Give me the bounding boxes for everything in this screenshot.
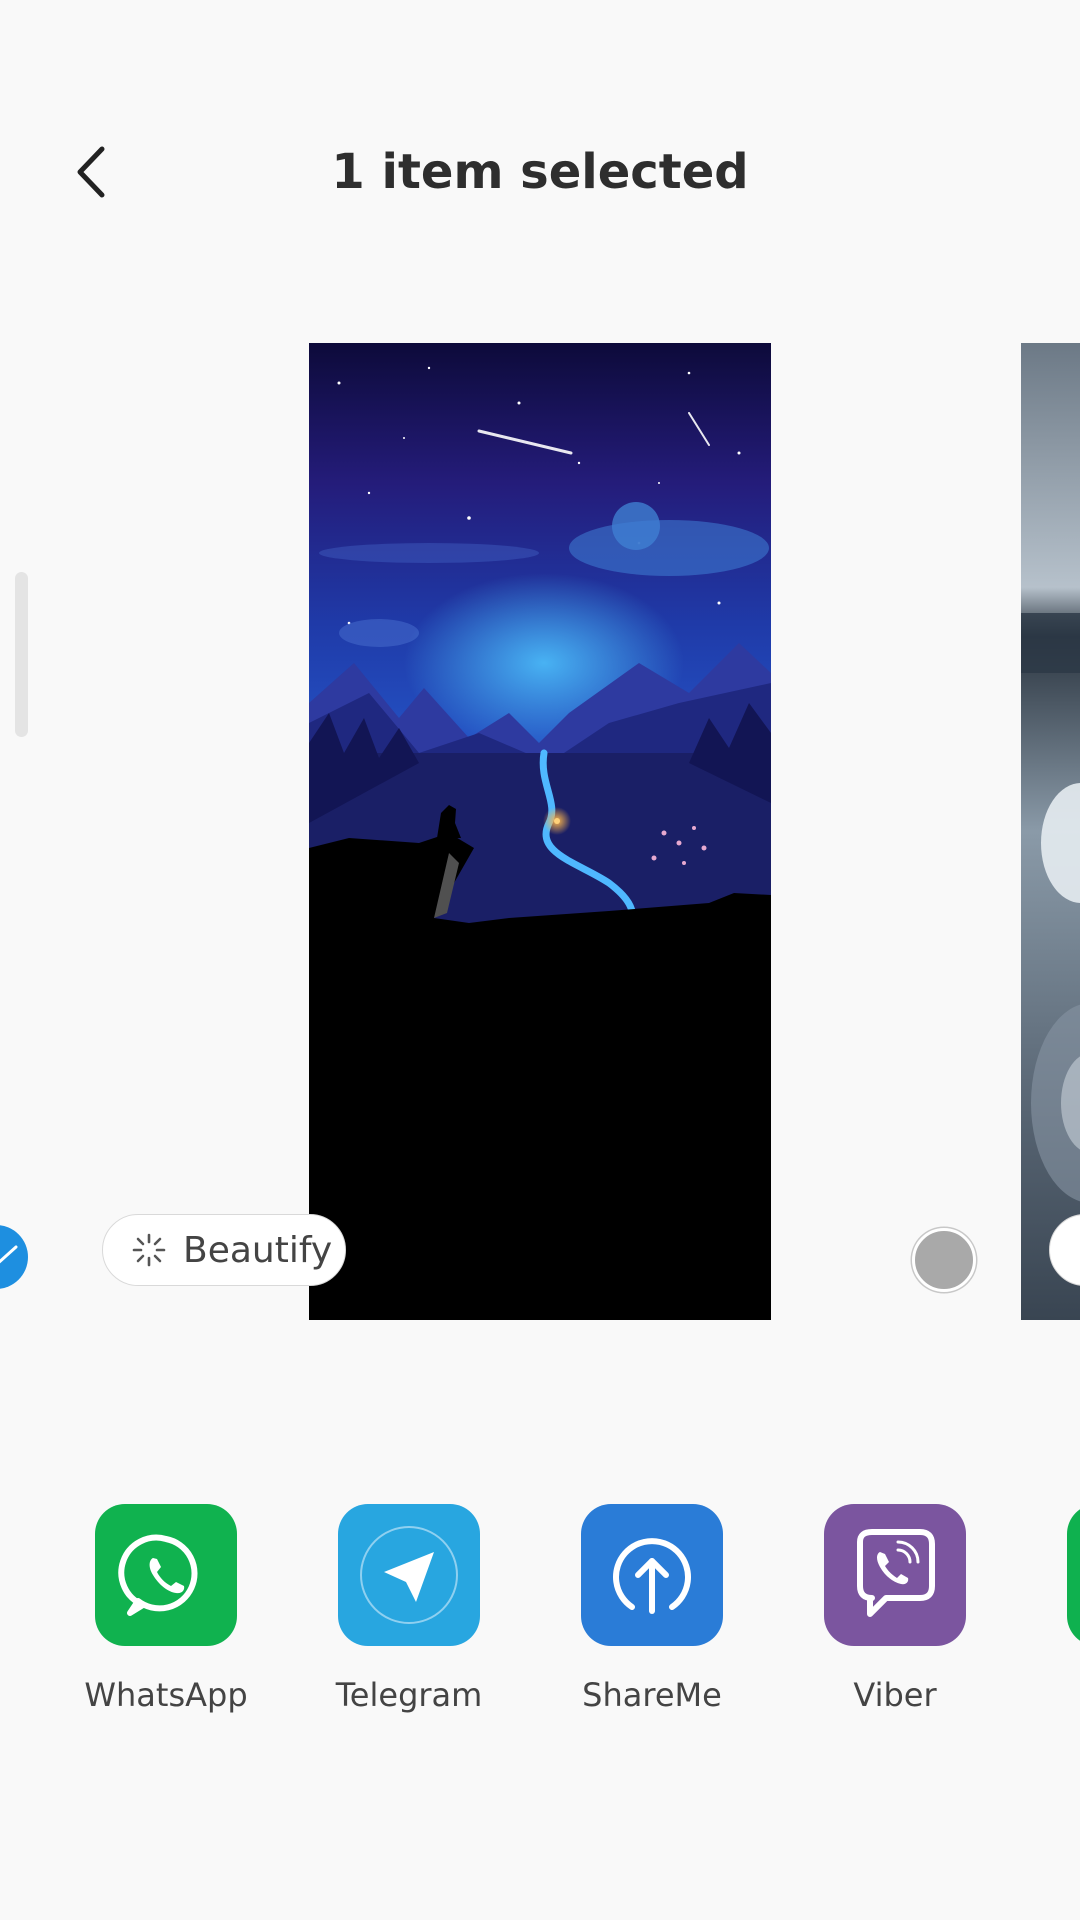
ocean-ice-image <box>1021 343 1080 1320</box>
share-app-list: WhatsApp Telegram ShareMe Viber <box>0 1504 1080 1724</box>
scroll-indicator[interactable] <box>15 572 28 737</box>
selection-toggle[interactable] <box>912 1228 976 1292</box>
night-landscape-image <box>309 343 771 1320</box>
share-screen: 1 item selected Beautify WhatsApp Telegr… <box>0 0 1080 1920</box>
share-whatsapp[interactable]: WhatsApp <box>66 1504 266 1714</box>
share-app-label: WhatsApp <box>84 1676 248 1714</box>
shareme-icon <box>581 1504 723 1646</box>
next-app-icon[interactable] <box>1067 1504 1080 1646</box>
share-shareme[interactable]: ShareMe <box>552 1504 752 1714</box>
page-title: 1 item selected <box>331 144 749 200</box>
telegram-icon <box>338 1504 480 1646</box>
whatsapp-icon <box>95 1504 237 1646</box>
sparkle-icon <box>132 1233 166 1267</box>
share-app-label: Viber <box>853 1676 937 1714</box>
share-app-label: Telegram <box>335 1676 483 1714</box>
selected-check-icon[interactable] <box>0 1225 28 1289</box>
viber-icon <box>824 1504 966 1646</box>
next-image-preview[interactable] <box>1021 343 1080 1320</box>
share-viber[interactable]: Viber <box>795 1504 995 1714</box>
beautify-label: Beautify <box>183 1229 333 1271</box>
beautify-button[interactable]: Beautify <box>102 1214 346 1286</box>
share-app-label: ShareMe <box>582 1676 722 1714</box>
image-preview[interactable] <box>309 343 771 1320</box>
share-telegram[interactable]: Telegram <box>309 1504 509 1714</box>
